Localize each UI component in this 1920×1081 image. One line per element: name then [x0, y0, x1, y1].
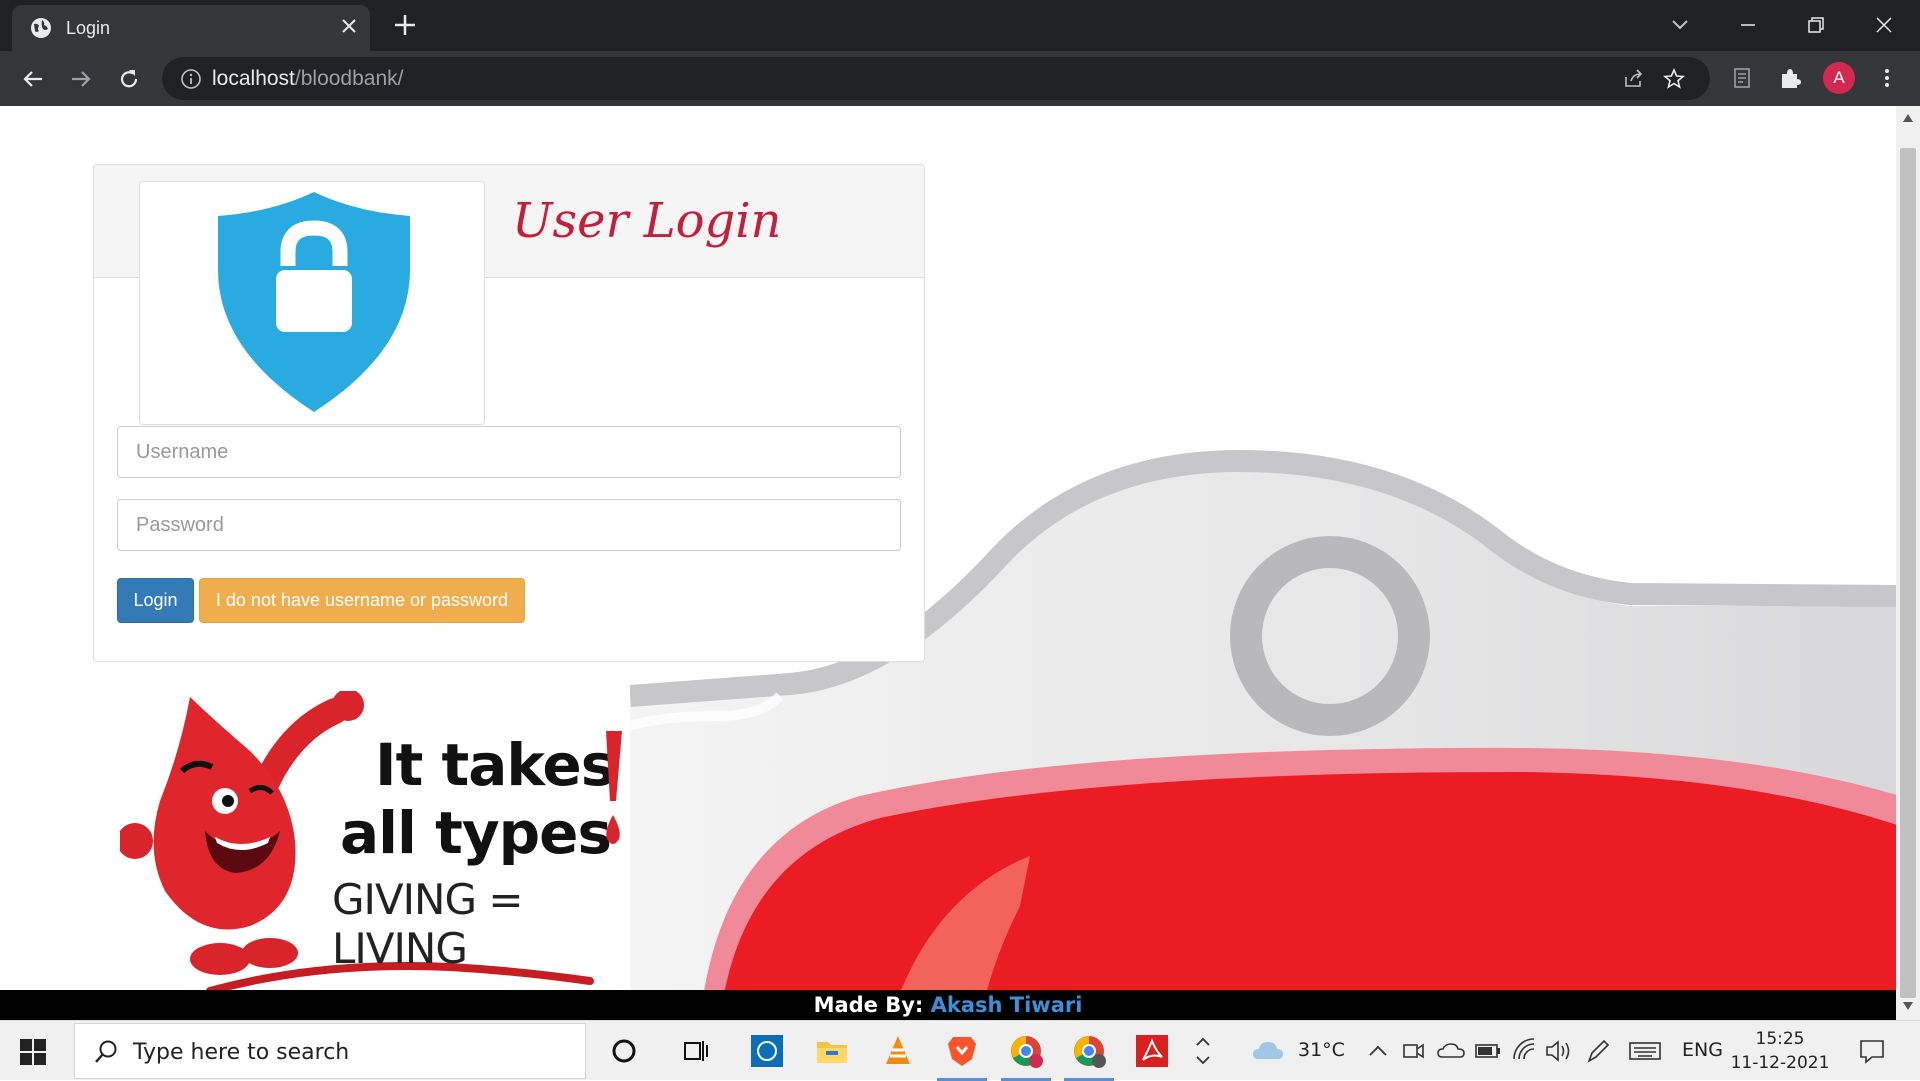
taskbar-overflow-chevron-icon[interactable] [1192, 1033, 1214, 1069]
chrome-profile-icon[interactable] [1008, 1033, 1044, 1069]
close-window-icon[interactable] [1869, 10, 1899, 40]
more-menu-icon[interactable] [1873, 64, 1901, 92]
touch-keyboard-icon[interactable] [1628, 1033, 1662, 1069]
url-text: localhost/bloodbank/ [212, 67, 404, 90]
browser-tab-login[interactable]: Login [12, 5, 370, 51]
volume-icon[interactable] [1544, 1033, 1574, 1069]
globe-icon [31, 18, 51, 38]
shield-image-frame [139, 181, 485, 425]
exclamation-drop-icon [606, 731, 622, 844]
forward-icon[interactable] [66, 64, 96, 94]
browser-tab-bar: Login [0, 0, 1920, 51]
poster-tagline: GIVING = LIVING [332, 875, 524, 973]
browser-toolbar: localhost/bloodbank/ A [0, 51, 1920, 106]
shield-lock-icon [218, 192, 410, 412]
brave-browser-icon[interactable] [944, 1033, 980, 1069]
clock-date: 11-12-2021 [1730, 1053, 1830, 1073]
wifi-icon[interactable] [1510, 1033, 1538, 1069]
onedrive-icon[interactable] [1436, 1033, 1466, 1069]
chrome-icon[interactable] [1071, 1033, 1107, 1069]
search-icon [95, 1040, 117, 1063]
dell-app-icon[interactable] [749, 1033, 785, 1069]
address-bar[interactable]: localhost/bloodbank/ [162, 57, 1710, 100]
footer-prefix: Made By: [813, 993, 924, 1017]
poster-headline-line2: all types [340, 799, 612, 867]
poster-headline-line1: It takes [375, 731, 615, 799]
meet-now-icon[interactable] [1400, 1033, 1426, 1069]
password-input[interactable] [117, 499, 901, 551]
footer-author-link[interactable]: Akash Tiwari [931, 993, 1083, 1017]
site-info-icon[interactable] [180, 68, 202, 90]
username-input[interactable] [117, 426, 901, 478]
windows-start-icon[interactable] [20, 1039, 46, 1065]
reading-list-icon[interactable] [1728, 64, 1756, 92]
reload-icon[interactable] [114, 64, 144, 94]
new-tab-icon[interactable] [392, 12, 418, 38]
login-panel: User Login Login I do not have username … [93, 164, 925, 662]
battery-icon[interactable] [1474, 1033, 1502, 1069]
taskbar-search-box[interactable]: Type here to search [74, 1023, 586, 1079]
task-view-icon[interactable] [677, 1033, 713, 1069]
minimize-icon[interactable] [1733, 10, 1763, 40]
scrollbar-thumb[interactable] [1900, 148, 1916, 998]
file-explorer-icon[interactable] [814, 1033, 850, 1069]
back-icon[interactable] [18, 64, 48, 94]
page-viewport: User Login Login I do not have username … [0, 106, 1896, 1020]
tab-search-icon[interactable] [1665, 10, 1695, 40]
scroll-up-arrow-icon[interactable] [1903, 114, 1913, 122]
windows-taskbar: Type here to search 31°C ENG 15:25 11-12… [0, 1020, 1920, 1081]
clock-time: 15:25 [1755, 1029, 1805, 1049]
restore-icon[interactable] [1801, 10, 1831, 40]
weather-temperature[interactable]: 31°C [1298, 1039, 1345, 1061]
notification-center-icon[interactable] [1858, 1037, 1886, 1065]
extensions-puzzle-icon[interactable] [1776, 64, 1804, 92]
page-title: User Login [512, 193, 782, 249]
scroll-down-arrow-icon[interactable] [1903, 1002, 1913, 1010]
taskbar-clock[interactable]: 15:25 11-12-2021 [1730, 1027, 1830, 1075]
cortana-icon[interactable] [606, 1033, 642, 1069]
search-placeholder: Type here to search [133, 1040, 350, 1065]
page-scrollbar[interactable] [1896, 106, 1920, 1020]
show-hidden-icons-icon[interactable] [1366, 1033, 1390, 1069]
profile-avatar[interactable]: A [1823, 62, 1855, 94]
no-credentials-button[interactable]: I do not have username or password [199, 578, 525, 623]
page-footer: Made By: Akash Tiwari [0, 990, 1896, 1020]
tab-title: Login [66, 18, 111, 38]
login-button[interactable]: Login [117, 578, 194, 623]
bookmark-star-icon[interactable] [1662, 67, 1686, 91]
acrobat-reader-icon[interactable] [1134, 1033, 1170, 1069]
input-language[interactable]: ENG [1682, 1039, 1723, 1061]
vlc-player-icon[interactable] [880, 1033, 916, 1069]
pen-workspace-icon[interactable] [1584, 1033, 1612, 1069]
share-icon[interactable] [1622, 67, 1646, 91]
weather-cloud-icon[interactable] [1250, 1033, 1286, 1069]
close-tab-icon[interactable] [338, 15, 360, 37]
blood-donation-poster: It takes all types GIVING = LIVING [120, 691, 640, 1011]
